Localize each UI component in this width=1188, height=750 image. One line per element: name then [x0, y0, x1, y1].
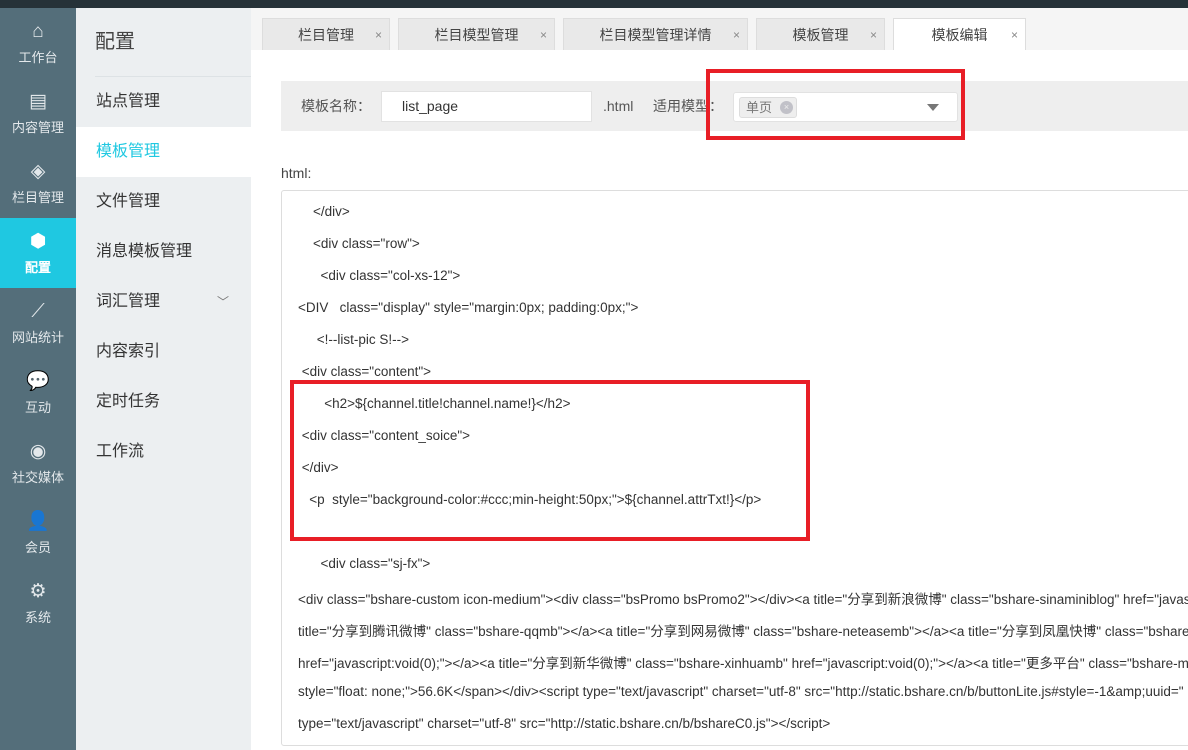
nav-item-0[interactable]: ⌂ 工作台 — [0, 8, 76, 78]
code-line: <!--list-pic S!--> — [298, 332, 410, 347]
close-icon[interactable]: × — [1011, 19, 1018, 51]
close-icon[interactable]: × — [540, 19, 547, 51]
sub-nav-label: 内容索引 — [96, 343, 161, 360]
nav-label: 工作台 — [18, 49, 58, 65]
nav-item-2[interactable]: ◈ 栏目管理 — [0, 148, 76, 218]
tab-label: 栏目管理 — [298, 27, 354, 43]
code-line: <div class="bshare-custom icon-medium"><… — [298, 592, 1188, 607]
nav-item-7[interactable]: 👤 会员 — [0, 498, 76, 568]
nav-item-4[interactable]: ⟋ 网站统计 — [0, 288, 76, 358]
template-name-input[interactable]: list_page — [381, 91, 592, 122]
sub-nav-item[interactable]: 站点管理 — [76, 77, 251, 127]
nav-label: 社交媒体 — [11, 469, 64, 485]
sub-nav-item[interactable]: 文件管理 — [76, 177, 251, 227]
nav-label: 配置 — [24, 259, 51, 275]
html-suffix: .html — [603, 98, 634, 114]
html-label: html: — [281, 165, 312, 181]
nav-label: 网站统计 — [11, 329, 64, 345]
close-icon[interactable]: × — [375, 19, 382, 51]
nav-label: 内容管理 — [11, 119, 64, 135]
nav-item-6[interactable]: ◉ 社交媒体 — [0, 428, 76, 498]
code-line: <div class="col-xs-12"> — [298, 268, 461, 283]
code-line: <div class="content"> — [298, 364, 432, 379]
code-line: <DIV class="display" style="margin:0px; … — [298, 300, 639, 315]
tab-4[interactable]: 模板编辑 × — [893, 18, 1026, 50]
code-line: <div class="row"> — [298, 236, 420, 251]
chart-icon: ⟋ — [31, 300, 45, 322]
nav-label: 系统 — [24, 609, 51, 625]
sub-nav: 配置 站点管理模板管理文件管理消息模板管理 词汇管理 ﹀ 内容索引定时任务工作流 — [76, 8, 251, 750]
target-icon: ◉ — [29, 440, 47, 462]
cube-icon: ⬢ — [29, 230, 47, 252]
chat-icon: 💬 — [26, 370, 50, 392]
code-line: <div class="sj-fx"> — [298, 556, 431, 571]
sub-nav-label: 消息模板管理 — [96, 243, 193, 260]
nav-item-1[interactable]: ▤ 内容管理 — [0, 78, 76, 148]
code-line: title="分享到腾讯微博" class="bshare-qqmb"></a>… — [298, 624, 1188, 639]
tab-2[interactable]: 栏目模型管理详情 × — [563, 18, 748, 50]
close-icon[interactable]: × — [733, 19, 740, 51]
template-name-label: 模板名称： — [301, 98, 371, 114]
code-line: type="text/javascript" charset="utf-8" s… — [298, 716, 831, 731]
highlight-box-model — [706, 69, 965, 140]
sub-nav-label: 定时任务 — [96, 393, 161, 410]
tab-0[interactable]: 栏目管理 × — [262, 18, 390, 50]
nav-item-8[interactable]: ⚙ 系统 — [0, 568, 76, 638]
user-icon: 👤 — [26, 510, 50, 532]
nav-item-5[interactable]: 💬 互动 — [0, 358, 76, 428]
sub-nav-title: 配置 — [95, 8, 251, 77]
code-line: style="float: none;">56.6K</span></div><… — [298, 684, 1184, 699]
nav-label: 栏目管理 — [11, 189, 64, 205]
sub-nav-label: 工作流 — [96, 443, 145, 460]
code-line: </div> — [298, 204, 350, 219]
sub-nav-item[interactable]: 模板管理 — [76, 127, 251, 177]
chevron-down-icon: ﹀ — [216, 295, 229, 309]
sub-nav-label: 文件管理 — [96, 193, 161, 210]
tab-bar: 栏目管理 × 栏目模型管理 × 栏目模型管理详情 × 模板管理 × 模板编辑 × — [251, 8, 1188, 50]
home-icon: ⌂ — [32, 20, 44, 42]
sub-nav-item[interactable]: 定时任务 — [76, 377, 251, 427]
sub-nav-item[interactable]: 工作流 — [76, 427, 251, 477]
sub-nav-item[interactable]: 内容索引 — [76, 327, 251, 377]
nav-label: 互动 — [24, 399, 51, 415]
tab-3[interactable]: 模板管理 × — [756, 18, 885, 50]
sub-nav-label: 模板管理 — [96, 143, 161, 160]
gear-icon: ⚙ — [29, 580, 47, 602]
sub-nav-label: 站点管理 — [96, 93, 161, 110]
main-nav: ⌂ 工作台 ▤ 内容管理 ◈ 栏目管理 ⬢ 配置 ⟋ 网站统计 💬 互动 ◉ 社交媒体 👤 会员 ⚙ 系统 — [0, 8, 76, 750]
sub-nav-item[interactable]: 词汇管理 ﹀ — [76, 277, 251, 327]
layers-icon: ◈ — [30, 160, 46, 182]
highlight-box-code — [290, 380, 810, 541]
top-bar — [0, 0, 1188, 8]
tab-label: 模板管理 — [792, 27, 849, 43]
sub-nav-item[interactable]: 消息模板管理 — [76, 227, 251, 277]
code-line: href="javascript:void(0);"></a><a title=… — [298, 656, 1188, 671]
document-icon: ▤ — [29, 90, 47, 112]
nav-label: 会员 — [24, 539, 51, 555]
tab-label: 模板编辑 — [931, 27, 988, 43]
sub-nav-label: 词汇管理 — [96, 293, 161, 310]
nav-item-3[interactable]: ⬢ 配置 — [0, 218, 76, 288]
tab-1[interactable]: 栏目模型管理 × — [398, 18, 555, 50]
tab-label: 栏目模型管理详情 — [599, 27, 712, 43]
tab-label: 栏目模型管理 — [434, 27, 519, 43]
close-icon[interactable]: × — [870, 19, 877, 51]
